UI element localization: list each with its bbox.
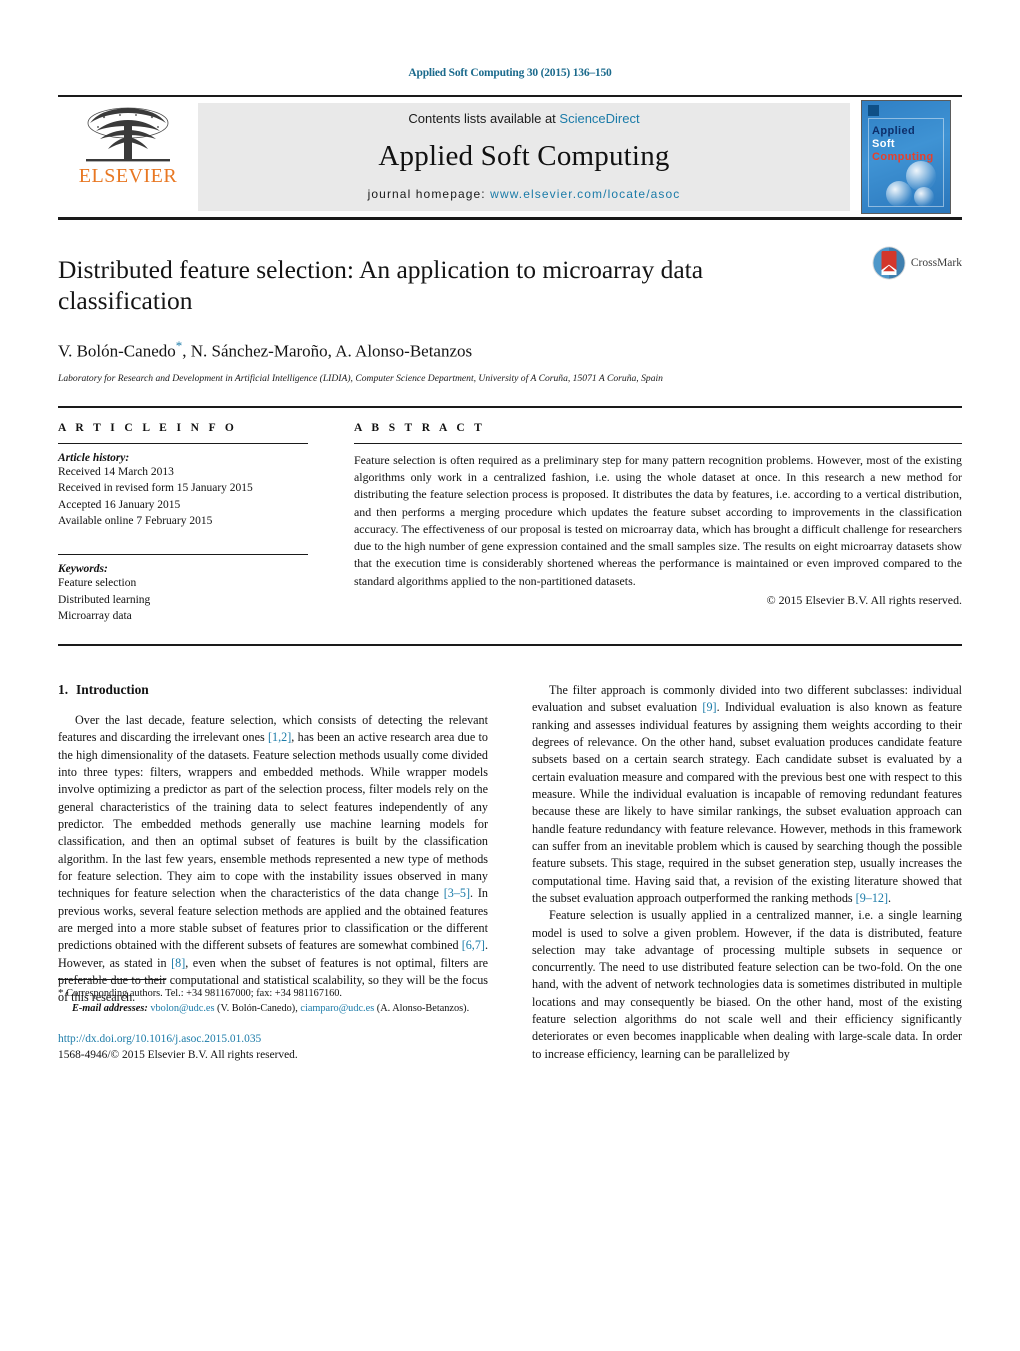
paragraph: The filter approach is commonly divided … xyxy=(532,682,962,907)
body-column-right: The filter approach is commonly divided … xyxy=(532,682,962,1063)
email-name-2: (A. Alonso-Betanzos). xyxy=(376,1002,470,1014)
paragraph: Feature selection is usually applied in … xyxy=(532,907,962,1063)
crossmark-icon xyxy=(872,246,906,280)
paragraph-text: . Individual evaluation is also known as… xyxy=(532,700,963,905)
elsevier-tree-icon xyxy=(86,107,170,162)
author-first: V. Bolón-Canedo xyxy=(58,341,176,361)
footnote-block: * Corresponding authors. Tel.: +34 98116… xyxy=(58,979,488,1063)
citation-link[interactable]: [6,7] xyxy=(462,938,485,952)
cover-blob xyxy=(914,187,934,207)
journal-homepage-line: journal homepage: www.elsevier.com/locat… xyxy=(368,187,681,201)
corresponding-author-text: Corresponding authors. Tel.: +34 9811670… xyxy=(63,988,342,1000)
page-title: Distributed feature selection: An applic… xyxy=(58,255,704,316)
cover-title-line-2: Soft xyxy=(872,138,895,150)
paper-page: Applied Soft Computing 30 (2015) 136–150 xyxy=(0,0,1020,1351)
elsevier-logo: ELSEVIER xyxy=(58,97,198,217)
article-info-heading: A R T I C L E I N F O xyxy=(58,421,238,434)
keywords-rule xyxy=(58,554,308,556)
section-heading-introduction: 1. Introduction xyxy=(58,682,488,698)
info-bottom-rule xyxy=(58,644,962,647)
contents-available-line: Contents lists available at ScienceDirec… xyxy=(408,111,639,126)
email-link-2[interactable]: ciamparo@udc.es xyxy=(300,1003,374,1014)
article-history-item: Accepted 16 January 2015 xyxy=(58,498,181,511)
paragraph-text: . xyxy=(888,890,892,905)
crossmark-label: CrossMark xyxy=(910,257,962,269)
contents-prefix: Contents lists available at xyxy=(408,111,560,126)
keywords-label: Keywords: xyxy=(58,563,108,576)
citation-link[interactable]: [9–12] xyxy=(856,891,888,905)
abstract-rule xyxy=(354,442,962,444)
article-history-item: Received in revised form 15 January 2015 xyxy=(58,482,253,495)
doi-block: http://dx.doi.org/10.1016/j.asoc.2015.01… xyxy=(58,1032,488,1063)
citation-link[interactable]: [8] xyxy=(171,956,185,970)
journal-masthead: ELSEVIER Contents lists available at Sci… xyxy=(58,95,962,220)
article-history-item: Available online 7 February 2015 xyxy=(58,514,213,527)
article-info-rule xyxy=(58,442,308,444)
citation-link[interactable]: [1,2] xyxy=(268,730,291,744)
doi-link[interactable]: http://dx.doi.org/10.1016/j.asoc.2015.01… xyxy=(58,1032,488,1047)
crossmark-badge[interactable]: CrossMark xyxy=(872,246,962,280)
author-list: V. Bolón-Canedo*, N. Sánchez-Maroño, A. … xyxy=(58,338,962,362)
sciencedirect-link[interactable]: ScienceDirect xyxy=(559,111,639,126)
keyword-item: Distributed learning xyxy=(58,593,151,606)
body-column-left: 1. Introduction Over the last decade, fea… xyxy=(58,682,488,1063)
email-link-1[interactable]: vbolon@udc.es xyxy=(150,1003,214,1014)
abstract-text: Feature selection is often required as a… xyxy=(354,452,962,588)
citation-link[interactable]: [3–5] xyxy=(444,886,470,900)
email-note: E-mail addresses: vbolon@udc.es (V. Boló… xyxy=(58,1002,488,1017)
title-block: Distributed feature selection: An applic… xyxy=(58,246,962,384)
journal-cover-block: Applied Soft Computing xyxy=(850,97,962,217)
body-columns: 1. Introduction Over the last decade, fea… xyxy=(58,682,962,1063)
journal-cover-thumbnail: Applied Soft Computing xyxy=(861,100,951,214)
homepage-prefix: journal homepage: xyxy=(367,187,491,201)
corresponding-author-note: * Corresponding authors. Tel.: +34 98116… xyxy=(58,986,488,1002)
abstract-heading: A B S T R A C T xyxy=(354,421,486,434)
issn-copyright: 1568-4946/© 2015 Elsevier B.V. All right… xyxy=(58,1048,298,1061)
keyword-item: Microarray data xyxy=(58,609,132,622)
affiliation: Laboratory for Research and Development … xyxy=(58,372,663,384)
article-history-item: Received 14 March 2013 xyxy=(58,465,174,478)
running-head: Applied Soft Computing 30 (2015) 136–150 xyxy=(408,67,612,79)
section-number: 1. xyxy=(58,682,69,698)
cover-title-line-3: Computing xyxy=(872,151,934,163)
email-name-1: (V. Bolón-Canedo), xyxy=(214,1002,301,1014)
journal-title: Applied Soft Computing xyxy=(378,140,670,172)
author-rest: , N. Sánchez-Maroño, A. Alonso-Betanzos xyxy=(182,341,473,361)
elsevier-wordmark: ELSEVIER xyxy=(78,165,178,187)
section-title: Introduction xyxy=(76,682,149,698)
journal-homepage-link[interactable]: www.elsevier.com/locate/asoc xyxy=(490,187,680,201)
info-abstract-region: A R T I C L E I N F O Article history: R… xyxy=(58,408,962,624)
abstract-column: A B S T R A C T Feature selection is oft… xyxy=(354,422,962,624)
paragraph: Over the last decade, feature selection,… xyxy=(58,712,488,1006)
paragraph-text: , has been an active research area due t… xyxy=(58,730,488,901)
article-history-label: Article history: xyxy=(58,451,130,464)
email-label: E-mail addresses: xyxy=(72,1002,148,1014)
citation-link[interactable]: [9] xyxy=(702,700,716,714)
footnote-rule xyxy=(58,979,166,981)
article-info-column: A R T I C L E I N F O Article history: R… xyxy=(58,422,308,624)
cover-blob xyxy=(886,181,912,207)
abstract-copyright: © 2015 Elsevier B.V. All rights reserved… xyxy=(766,592,962,607)
cover-corner-icon xyxy=(868,105,879,116)
keyword-item: Feature selection xyxy=(58,577,137,590)
paragraph-text: Feature selection is usually applied in … xyxy=(532,908,962,1061)
cover-title-line-1: Applied xyxy=(872,125,916,137)
journal-band: Contents lists available at ScienceDirec… xyxy=(198,103,850,211)
